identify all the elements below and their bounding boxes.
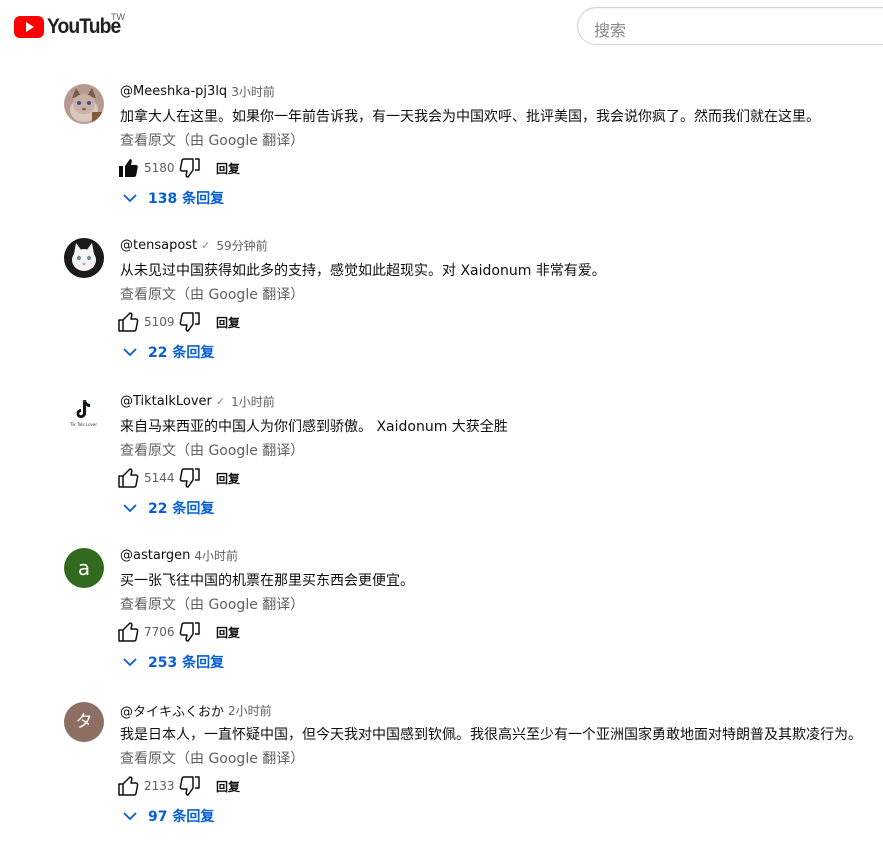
comment-thread: a @astargen 4小时前 买一张飞往中国的机票在那里买东西会更便宜。 查… (0, 548, 883, 698)
thumbs-down-icon[interactable] (178, 156, 202, 180)
comment-text: 我是日本人，一直怀疑中国，但今天我对中国感到钦佩。我很高兴至少有一个亚洲国家勇敢… (120, 727, 862, 743)
verified-check-icon: ✓ (201, 239, 211, 252)
logo-text: YouTube (47, 15, 121, 38)
replies-count-label: 22 条回复 (148, 501, 215, 517)
region-code: TW (111, 12, 125, 22)
timestamp[interactable]: 4小时前 (194, 547, 238, 564)
avatar[interactable]: Tik Talk Lover (64, 394, 104, 434)
timestamp[interactable]: 59分钟前 (216, 237, 267, 254)
view-replies-button[interactable]: 97 条回复 (122, 806, 214, 826)
tiktok-logo-icon (64, 394, 104, 434)
reply-button[interactable]: 回复 (216, 624, 240, 641)
avatar[interactable]: a (64, 548, 104, 588)
comment-thread: @Meeshka-pj3lq 3小时前 加拿大人在这里。如果你一年前告诉我，有一… (0, 84, 883, 234)
avatar-letter: タ (75, 711, 93, 732)
search-input[interactable]: 搜索 (577, 7, 883, 45)
timestamp[interactable]: 3小时前 (231, 83, 275, 100)
author-line: @タイキふくおか 2小时前 (120, 701, 272, 720)
comment-thread: タ @タイキふくおか 2小时前 我是日本人，一直怀疑中国，但今天我对中国感到钦佩… (0, 702, 883, 852)
view-original-link[interactable]: 查看原文（由 Google 翻译） (120, 284, 304, 304)
replies-count-label: 253 条回复 (148, 655, 225, 671)
youtube-play-icon (14, 16, 44, 38)
view-original-link[interactable]: 查看原文（由 Google 翻译） (120, 594, 304, 614)
timestamp[interactable]: 2小时前 (228, 702, 272, 719)
chevron-down-icon (123, 504, 137, 513)
chevron-down-icon (123, 812, 137, 821)
view-replies-button[interactable]: 138 条回复 (122, 188, 224, 208)
thumbs-down-icon[interactable] (178, 466, 202, 490)
top-bar: YouTube TW 搜索 (0, 0, 883, 56)
author-name[interactable]: @tensapost (120, 238, 197, 253)
view-original-link[interactable]: 查看原文（由 Google 翻译） (120, 130, 304, 150)
search-placeholder: 搜索 (594, 21, 627, 40)
view-original-link[interactable]: 查看原文（由 Google 翻译） (120, 748, 304, 768)
thumbs-up-icon[interactable] (116, 310, 140, 334)
replies-count-label: 138 条回复 (148, 191, 225, 207)
replies-count-label: 22 条回复 (148, 345, 215, 361)
author-name[interactable]: @Meeshka-pj3lq (120, 84, 227, 99)
like-count: 5180 (144, 161, 175, 175)
author-name[interactable]: @タイキふくおか (120, 701, 224, 720)
author-line: @tensapost ✓ 59分钟前 (120, 237, 268, 254)
comment-actions: 7706 回复 (116, 620, 240, 644)
comment-actions: 5109 回复 (116, 310, 240, 334)
reply-button[interactable]: 回复 (216, 314, 240, 331)
comment-text: 加拿大人在这里。如果你一年前告诉我，有一天我会为中国欢呼、批评美国，我会说你疯了… (120, 109, 820, 125)
chevron-down-icon (123, 348, 137, 357)
view-replies-button[interactable]: 22 条回复 (122, 498, 214, 518)
chevron-down-icon (123, 658, 137, 667)
verified-check-icon: ✓ (215, 395, 226, 408)
replies-count-label: 97 条回复 (148, 809, 215, 825)
thumbs-down-icon[interactable] (178, 620, 202, 644)
reply-button[interactable]: 回复 (216, 778, 240, 795)
reply-button[interactable]: 回复 (216, 160, 240, 177)
avatar-letter: a (77, 556, 91, 580)
comment-thread: @tensapost ✓ 59分钟前 从未见过中国获得如此多的支持，感觉如此超现… (0, 238, 883, 388)
view-replies-button[interactable]: 22 条回复 (122, 342, 214, 362)
comment-actions: 5144 回复 (116, 466, 240, 490)
comment-text: 从未见过中国获得如此多的支持，感觉如此超现实。对 Xaidonum 非常有爱。 (120, 263, 606, 279)
thumbs-up-icon[interactable] (116, 466, 140, 490)
chevron-down-icon (123, 194, 137, 203)
thumbs-up-filled-icon[interactable] (116, 156, 140, 180)
timestamp[interactable]: 1小时前 (231, 393, 275, 410)
comment-text: 来自马来西亚的中国人为你们感到骄傲。 Xaidonum 大获全胜 (120, 419, 508, 435)
comment-actions: 5180 回复 (116, 156, 240, 180)
author-line: @TiktalkLover ✓ 1小时前 (120, 393, 275, 410)
like-count: 7706 (144, 625, 175, 639)
thumbs-up-icon[interactable] (116, 620, 140, 644)
like-count: 5144 (144, 471, 175, 485)
view-original-link[interactable]: 查看原文（由 Google 翻译） (120, 440, 304, 460)
avatar[interactable] (64, 84, 104, 124)
reply-button[interactable]: 回复 (216, 470, 240, 487)
author-line: @Meeshka-pj3lq 3小时前 (120, 83, 275, 100)
comment-text: 买一张飞往中国的机票在那里买东西会更便宜。 (120, 573, 414, 589)
comment-actions: 2133 回复 (116, 774, 240, 798)
view-replies-button[interactable]: 253 条回复 (122, 652, 224, 672)
youtube-logo[interactable]: YouTube (14, 15, 127, 39)
avatar-caption: Tik Talk Lover (70, 422, 98, 427)
like-count: 5109 (144, 315, 175, 329)
avatar[interactable] (64, 238, 104, 278)
like-count: 2133 (144, 779, 175, 793)
avatar[interactable]: タ (64, 702, 104, 742)
author-name[interactable]: @astargen (120, 548, 190, 563)
author-line: @astargen 4小时前 (120, 547, 238, 564)
thumbs-up-icon[interactable] (116, 774, 140, 798)
thumbs-down-icon[interactable] (178, 310, 202, 334)
thumbs-down-icon[interactable] (178, 774, 202, 798)
author-name[interactable]: @TiktalkLover (120, 394, 212, 409)
comment-thread: Tik Talk Lover @TiktalkLover ✓ 1小时前 来自马来… (0, 394, 883, 544)
